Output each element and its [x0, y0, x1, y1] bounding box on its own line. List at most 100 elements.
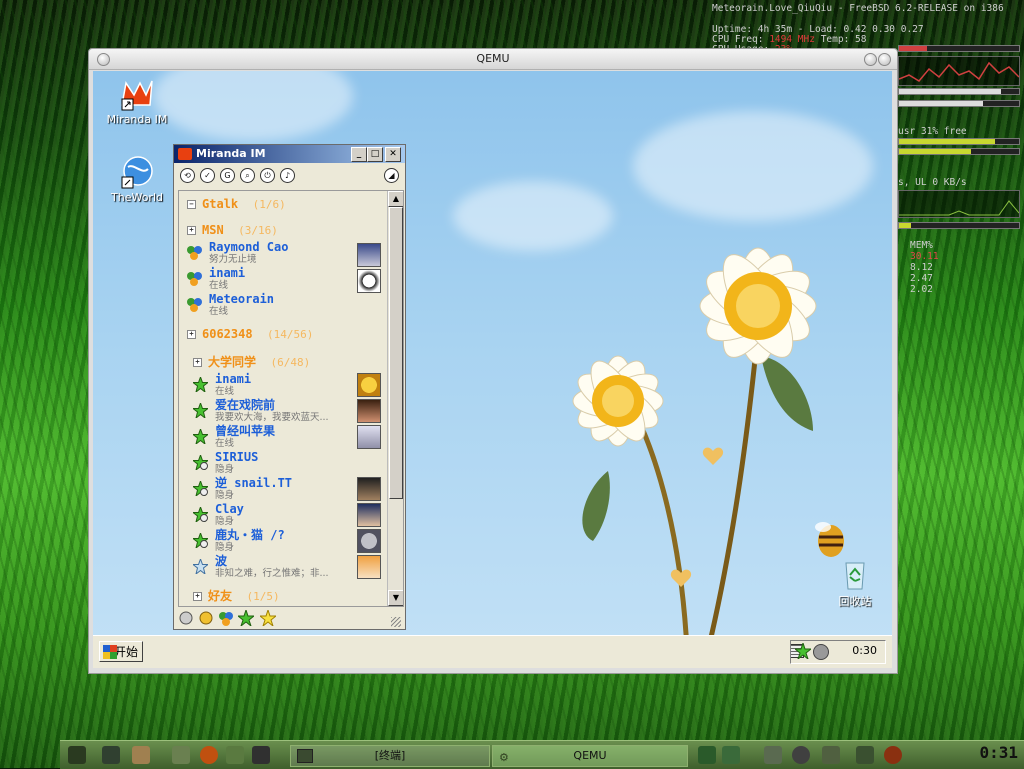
desktop-icon-label: TheWorld — [111, 191, 163, 204]
list-item[interactable]: 爱在戏院前 我要欢大海，我要欢蓝天... — [191, 399, 329, 423]
group-msn[interactable]: + MSN (3/16) — [187, 223, 278, 237]
maximize-button[interactable]: □ — [367, 147, 383, 162]
workspace-switcher-icon[interactable] — [698, 746, 716, 764]
msn-status-icon[interactable] — [218, 610, 234, 626]
firefox-icon[interactable] — [200, 746, 218, 764]
recycle-bin-icon — [838, 557, 872, 591]
resize-grip[interactable] — [391, 617, 401, 627]
expand-icon[interactable]: + — [187, 330, 196, 339]
display-icon[interactable] — [722, 746, 740, 764]
avatar — [357, 269, 381, 293]
status-menu-icon[interactable]: ◢ — [384, 168, 399, 183]
list-item[interactable]: inami 在线 — [187, 267, 245, 291]
list-item[interactable]: 逆 snail.TT 隐身 — [191, 477, 292, 501]
qq-status-icon[interactable] — [236, 608, 256, 628]
qemu-titlebar[interactable]: QEMU — [89, 49, 897, 70]
conky-mem-4: 2.02 — [910, 284, 933, 295]
contact-list[interactable]: − Gtalk (1/6) + MSN (3/16) Raymond Cao 努力无… — [178, 190, 404, 607]
expand-icon[interactable]: + — [187, 226, 196, 235]
net-graph-svg — [899, 200, 1019, 216]
sound-icon[interactable]: ♪ — [280, 168, 295, 183]
avatar — [357, 425, 381, 449]
status-online-icon[interactable]: ✓ — [200, 168, 215, 183]
qq-tray-icon[interactable] — [793, 641, 813, 662]
msn-butterfly-icon — [187, 297, 202, 312]
butterfly-menu-icon[interactable] — [68, 746, 86, 764]
guest-clock: 0:30 — [852, 644, 877, 657]
terminal-launcher-icon[interactable] — [102, 746, 120, 764]
group-gtalk[interactable]: − Gtalk (1/6) — [187, 197, 286, 211]
groups-icon[interactable]: G — [220, 168, 235, 183]
cpu-usage-bar — [898, 45, 1020, 52]
task-qemu[interactable]: ⚙ QEMU — [492, 745, 688, 767]
collapse-icon[interactable]: − — [187, 200, 196, 209]
scroll-down-button[interactable]: ▼ — [388, 590, 403, 606]
start-button[interactable]: 开始 — [99, 641, 143, 662]
desktop-icon-recycle-bin[interactable]: 回收站 — [815, 557, 892, 609]
list-item[interactable]: Raymond Cao 努力无止境 — [187, 241, 288, 265]
gimp-icon[interactable] — [172, 746, 190, 764]
conky-usr-free: usr 31% free — [898, 126, 967, 137]
list-item[interactable]: SIRIUS 隐身 — [191, 451, 258, 475]
list-item[interactable]: Meteorain 在线 — [187, 293, 274, 317]
start-label: 开始 — [113, 645, 138, 659]
avatar — [357, 555, 381, 579]
host-clock: 0:31 — [979, 743, 1018, 762]
video-player-icon[interactable] — [252, 746, 270, 764]
group-6062348[interactable]: +6062348 (14/56) — [187, 327, 313, 341]
qq-star-away-icon — [191, 505, 210, 524]
guest-screen[interactable]: Miranda IM TheWorld 回收站 Miranda IM _ □ ✕ — [93, 71, 892, 668]
avatar — [357, 373, 381, 397]
miranda-titlebar[interactable]: Miranda IM _ □ ✕ — [174, 145, 405, 163]
cloud — [153, 71, 353, 141]
minimize-button[interactable] — [864, 53, 877, 66]
group-university-classmates[interactable]: + 大学同学 (6/48) — [193, 353, 310, 370]
avatar — [357, 529, 381, 553]
avatar — [357, 503, 381, 527]
volume-icon[interactable] — [822, 746, 840, 764]
scroll-up-button[interactable]: ▲ — [388, 191, 403, 207]
window-menu-icon[interactable] — [97, 53, 110, 66]
tray-app-icon[interactable] — [884, 746, 902, 764]
maximize-button[interactable] — [878, 53, 891, 66]
desktop-icon-miranda[interactable]: Miranda IM — [97, 77, 177, 126]
network-icon[interactable] — [856, 746, 874, 764]
expand-icon[interactable]: + — [193, 592, 202, 601]
list-item[interactable]: Clay 隐身 — [191, 503, 244, 527]
group-friends[interactable]: + 好友 (1/5) — [193, 587, 280, 604]
conky-header: Meteorain.Love_QiuQiu - FreeBSD 6.2-RELE… — [712, 3, 1004, 14]
find-user-icon[interactable]: ⌕ — [240, 168, 255, 183]
list-item[interactable]: 曾经叫苹果 在线 — [191, 425, 275, 449]
close-button[interactable]: ✕ — [385, 147, 401, 162]
net-bar — [898, 222, 1020, 229]
terminal-icon — [297, 749, 313, 763]
miranda-window[interactable]: Miranda IM _ □ ✕ ⟲ ✓ G ⌕ ⏻ ♪ ◢ − Gtalk (1… — [173, 144, 406, 630]
msn-butterfly-icon — [187, 271, 202, 286]
volume-tray-icon[interactable] — [813, 644, 829, 660]
expand-icon[interactable]: + — [193, 358, 202, 367]
list-item[interactable]: 鹿丸・猫 /? 隐身 — [191, 529, 285, 553]
miranda-menu-icon[interactable]: ⟲ — [180, 168, 195, 183]
desktop-icon-label: 回收站 — [838, 595, 872, 608]
list-item[interactable]: 波 非知之难，行之惟难；非... — [191, 555, 329, 579]
task-terminal[interactable]: [终端] — [290, 745, 490, 767]
list-item[interactable]: inami 在线 — [191, 373, 251, 397]
gtalk-status-icon[interactable] — [198, 610, 214, 626]
windows-logo-icon — [103, 645, 117, 659]
icq-status-icon[interactable] — [258, 608, 278, 628]
power-icon[interactable]: ⏻ — [260, 168, 275, 183]
avatar — [357, 243, 381, 267]
irc-status-icon[interactable] — [178, 610, 194, 626]
qemu-window[interactable]: QEMU Miranda IM TheWorld 回收站 Miranda IM … — [88, 48, 898, 674]
desktop-icon-label: Miranda IM — [106, 113, 168, 126]
music-player-icon[interactable] — [226, 746, 244, 764]
system-tray: 0:30 — [790, 640, 886, 664]
desktop-icon-theworld[interactable]: TheWorld — [97, 155, 177, 204]
lock-icon[interactable] — [764, 746, 782, 764]
avatar — [357, 399, 381, 423]
power-icon[interactable] — [792, 746, 810, 764]
contact-list-scrollbar[interactable]: ▲ ▼ — [387, 191, 403, 606]
minimize-button[interactable]: _ — [351, 147, 367, 162]
scroll-thumb[interactable] — [389, 207, 403, 499]
file-manager-icon[interactable] — [132, 746, 150, 764]
